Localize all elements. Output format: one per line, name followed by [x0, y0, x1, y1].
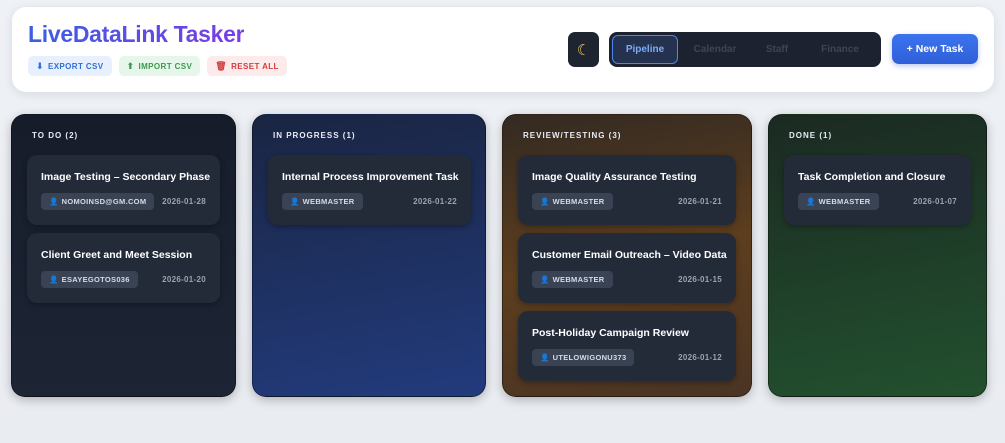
task-card[interactable]: Image Quality Assurance Testing 👤 WEBMAS… — [518, 155, 736, 225]
task-title: Task Completion and Closure — [798, 171, 946, 183]
column-title: DONE (1) — [789, 131, 833, 140]
assignee-badge: 👤 WEBMASTER — [798, 193, 879, 210]
app-title: LiveDataLink Tasker — [28, 21, 245, 47]
reset-all-label: RESET ALL — [231, 61, 279, 71]
assignee-name: WEBMASTER — [818, 197, 871, 206]
due-date: 2026-01-20 — [162, 275, 206, 284]
tab-staff[interactable]: Staff — [752, 35, 802, 64]
upload-icon: ⬆ — [126, 60, 135, 71]
user-icon: 👤 — [540, 275, 550, 284]
task-title: Image Quality Assurance Testing — [532, 171, 697, 183]
task-title: Client Greet and Meet Session — [41, 249, 193, 261]
export-csv-button[interactable]: ⬇ EXPORT CSV — [28, 56, 112, 76]
task-card[interactable]: Customer Email Outreach – Video Data 👤 W… — [518, 233, 736, 303]
assignee-name: ESAYEGOTOS036 — [61, 275, 130, 284]
assignee-badge: 👤 WEBMASTER — [532, 271, 613, 288]
column-todo: TO DO (2) Image Testing – Secondary Phas… — [11, 114, 236, 397]
tab-calendar[interactable]: Calendar — [678, 35, 752, 64]
assignee-name: WEBMASTER — [302, 197, 355, 206]
column-title: IN PROGRESS (1) — [273, 131, 356, 140]
due-date: 2026-01-22 — [413, 197, 457, 206]
due-date: 2026-01-21 — [678, 197, 722, 206]
user-icon: 👤 — [806, 197, 816, 206]
task-card[interactable]: Post-Holiday Campaign Review 👤 UTELOWIGO… — [518, 311, 736, 381]
assignee-name: UTELOWIGONU373 — [552, 353, 627, 362]
task-title: Image Testing – Secondary Phase — [41, 171, 211, 183]
task-title: Customer Email Outreach – Video Data — [532, 249, 727, 261]
task-card[interactable]: Internal Process Improvement Task 👤 WEBM… — [268, 155, 471, 225]
assignee-badge: 👤 NOMOINSD@GM.COM — [41, 193, 155, 210]
task-card[interactable]: Task Completion and Closure 👤 WEBMASTER … — [784, 155, 971, 225]
user-icon: 👤 — [540, 353, 550, 362]
column-in-progress: IN PROGRESS (1) Internal Process Improve… — [252, 114, 486, 397]
assignee-name: WEBMASTER — [552, 197, 605, 206]
user-icon: 👤 — [49, 197, 59, 206]
assignee-name: NOMOINSD@GM.COM — [61, 197, 147, 206]
due-date: 2026-01-07 — [913, 197, 957, 206]
task-card[interactable]: Client Greet and Meet Session 👤 ESAYEGOT… — [27, 233, 220, 303]
import-csv-button[interactable]: ⬆ IMPORT CSV — [118, 56, 201, 76]
export-csv-label: EXPORT CSV — [47, 61, 104, 71]
user-icon: 👤 — [290, 197, 300, 206]
assignee-name: WEBMASTER — [552, 275, 605, 284]
assignee-badge: 👤 WEBMASTER — [532, 193, 613, 210]
tab-finance[interactable]: Finance — [802, 35, 878, 64]
due-date: 2026-01-28 — [162, 197, 206, 206]
task-title: Internal Process Improvement Task — [282, 171, 459, 183]
header-panel: LiveDataLink Tasker ⬇ EXPORT CSV ⬆ IMPOR… — [12, 7, 994, 92]
due-date: 2026-01-15 — [678, 275, 722, 284]
trash-icon: 🗑 — [215, 60, 228, 71]
column-title: REVIEW/TESTING (3) — [523, 131, 622, 140]
column-title: TO DO (2) — [32, 131, 79, 140]
user-icon: 👤 — [540, 197, 550, 206]
column-review-testing: REVIEW/TESTING (3) Image Quality Assuran… — [502, 114, 752, 397]
view-tabs: Pipeline Calendar Staff Finance — [609, 32, 881, 67]
tab-pipeline[interactable]: Pipeline — [612, 35, 678, 64]
task-card[interactable]: Image Testing – Secondary Phase 👤 NOMOIN… — [27, 155, 220, 225]
reset-all-button[interactable]: 🗑 RESET ALL — [207, 56, 287, 76]
new-task-button[interactable]: + New Task — [892, 34, 978, 64]
theme-toggle-button[interactable]: ☾ — [568, 32, 599, 67]
due-date: 2026-01-12 — [678, 353, 722, 362]
download-icon: ⬇ — [36, 60, 44, 71]
import-csv-label: IMPORT CSV — [138, 61, 193, 71]
assignee-badge: 👤 UTELOWIGONU373 — [532, 349, 635, 366]
moon-icon: ☾ — [576, 41, 591, 59]
assignee-badge: 👤 WEBMASTER — [282, 193, 363, 210]
user-icon: 👤 — [49, 275, 59, 284]
column-done: DONE (1) Task Completion and Closure 👤 W… — [768, 114, 987, 397]
task-title: Post-Holiday Campaign Review — [532, 327, 689, 339]
assignee-badge: 👤 ESAYEGOTOS036 — [41, 271, 138, 288]
data-actions: ⬇ EXPORT CSV ⬆ IMPORT CSV 🗑 RESET ALL — [28, 56, 287, 76]
